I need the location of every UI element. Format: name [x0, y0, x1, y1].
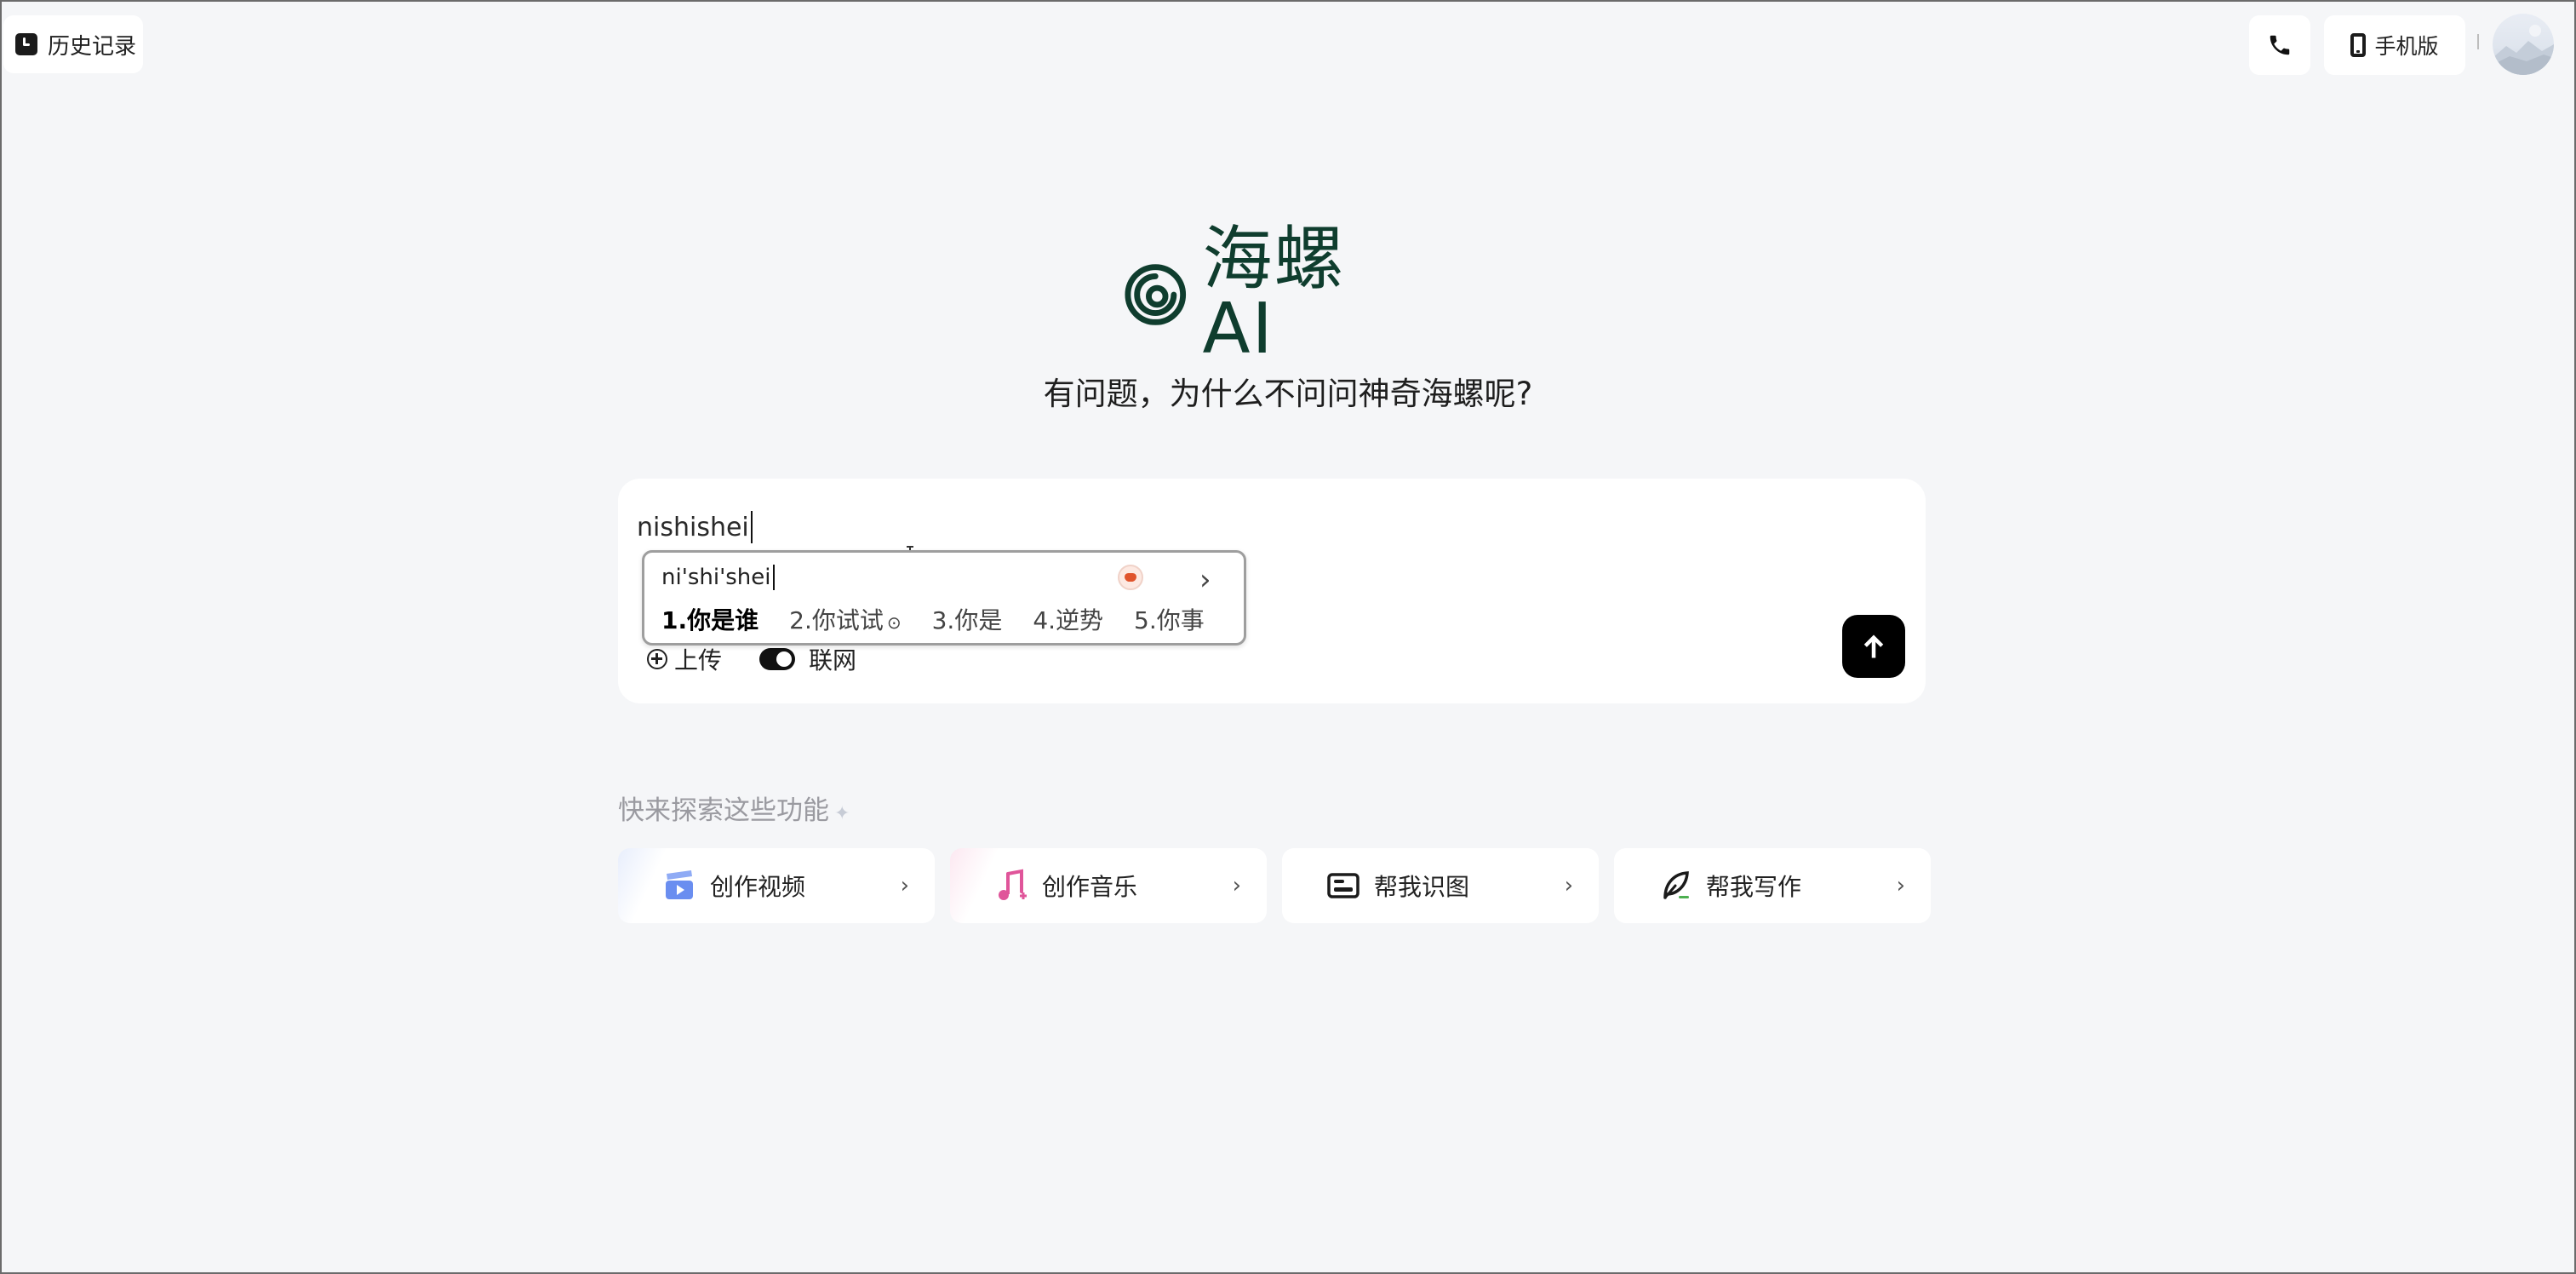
ime-candidate-text: 2.你试试	[789, 606, 884, 634]
ime-candidate[interactable]: 5.你事	[1134, 602, 1205, 636]
ime-candidate-list: 1.你是谁 2.你试试 ⊙ 3.你是 4.逆势 5.你事	[661, 602, 1205, 636]
sparkle-icon: ✦	[834, 803, 850, 824]
history-label: 历史记录	[48, 33, 137, 60]
upload-label: 上传	[674, 646, 723, 674]
feature-card-label: 帮我识图	[1374, 873, 1470, 901]
phone-icon	[2270, 35, 2290, 55]
chevron-right-icon: ›	[1232, 873, 1241, 898]
feature-card-image[interactable]: 帮我识图 ›	[1282, 848, 1599, 923]
clock-icon	[15, 33, 37, 55]
avatar[interactable]	[2493, 14, 2554, 75]
ime-candidate[interactable]: 2.你试试 ⊙	[789, 602, 901, 636]
send-button[interactable]	[1842, 615, 1905, 678]
snail-shell-icon	[1125, 264, 1187, 325]
chevron-right-icon: ›	[900, 873, 909, 898]
ime-candidate-window[interactable]: ni'shi'shei › 1.你是谁 2.你试试 ⊙ 3.你是 4.逆势 5.你…	[642, 550, 1246, 646]
feature-cards: 创作视频 › 创作音乐 › 帮我识图 › 帮我写作 ›	[618, 848, 1931, 923]
quill-icon	[1658, 869, 1692, 903]
tagline: 有问题，为什么不问问神奇海螺呢?	[1043, 376, 1533, 412]
image-scan-icon	[1326, 869, 1360, 903]
feature-card-label: 创作视频	[710, 873, 806, 901]
web-search-toggle[interactable]: 联网	[759, 642, 856, 676]
feature-card-music[interactable]: 创作音乐 ›	[950, 848, 1267, 923]
chevron-right-icon: ›	[1896, 873, 1905, 898]
plus-circle-icon	[647, 649, 667, 669]
video-clapper-icon	[662, 869, 696, 903]
feature-card-label: 帮我写作	[1706, 873, 1802, 901]
ime-composition: ni'shi'shei	[661, 565, 775, 590]
mobile-label: 手机版	[2374, 34, 2439, 59]
toggle-switch[interactable]	[759, 648, 795, 670]
ime-caret	[772, 565, 775, 590]
avatar-landscape-icon	[2493, 25, 2554, 75]
music-note-icon	[994, 869, 1028, 903]
ime-candidate[interactable]: 4.逆势	[1033, 602, 1103, 636]
chat-input-field[interactable]: nishishei	[637, 511, 753, 543]
ime-candidate[interactable]: 1.你是谁	[661, 602, 758, 636]
web-label: 联网	[809, 646, 857, 674]
chat-input-text: nishishei	[637, 512, 749, 542]
brand-name: 海螺AI	[1202, 219, 1346, 370]
ime-candidate[interactable]: 3.你是	[932, 602, 1003, 636]
phone-call-button[interactable]	[2249, 15, 2310, 75]
arrow-up-icon	[1863, 634, 1884, 658]
ime-composition-text: ni'shi'shei	[661, 565, 771, 590]
tablet-icon	[2350, 33, 2367, 57]
chevron-right-icon: ›	[1564, 873, 1573, 898]
header-divider	[2477, 34, 2479, 49]
explore-title: 快来探索这些功能 ✦	[618, 789, 850, 827]
cloud-check-icon: ⊙	[886, 612, 902, 633]
mobile-version-button[interactable]: 手机版	[2324, 15, 2465, 75]
explore-title-text: 快来探索这些功能	[618, 795, 829, 826]
upload-button[interactable]: 上传	[647, 642, 722, 676]
brand-logo: 海螺AI	[1124, 225, 1413, 364]
feature-card-writing[interactable]: 帮我写作 ›	[1614, 848, 1931, 923]
text-caret	[750, 511, 753, 543]
history-button[interactable]: 历史记录	[3, 15, 143, 73]
feature-card-label: 创作音乐	[1042, 873, 1138, 901]
chevron-right-icon[interactable]: ›	[1199, 563, 1211, 597]
feature-card-video[interactable]: 创作视频 ›	[618, 848, 935, 923]
ime-mascot-icon[interactable]	[1118, 565, 1143, 590]
